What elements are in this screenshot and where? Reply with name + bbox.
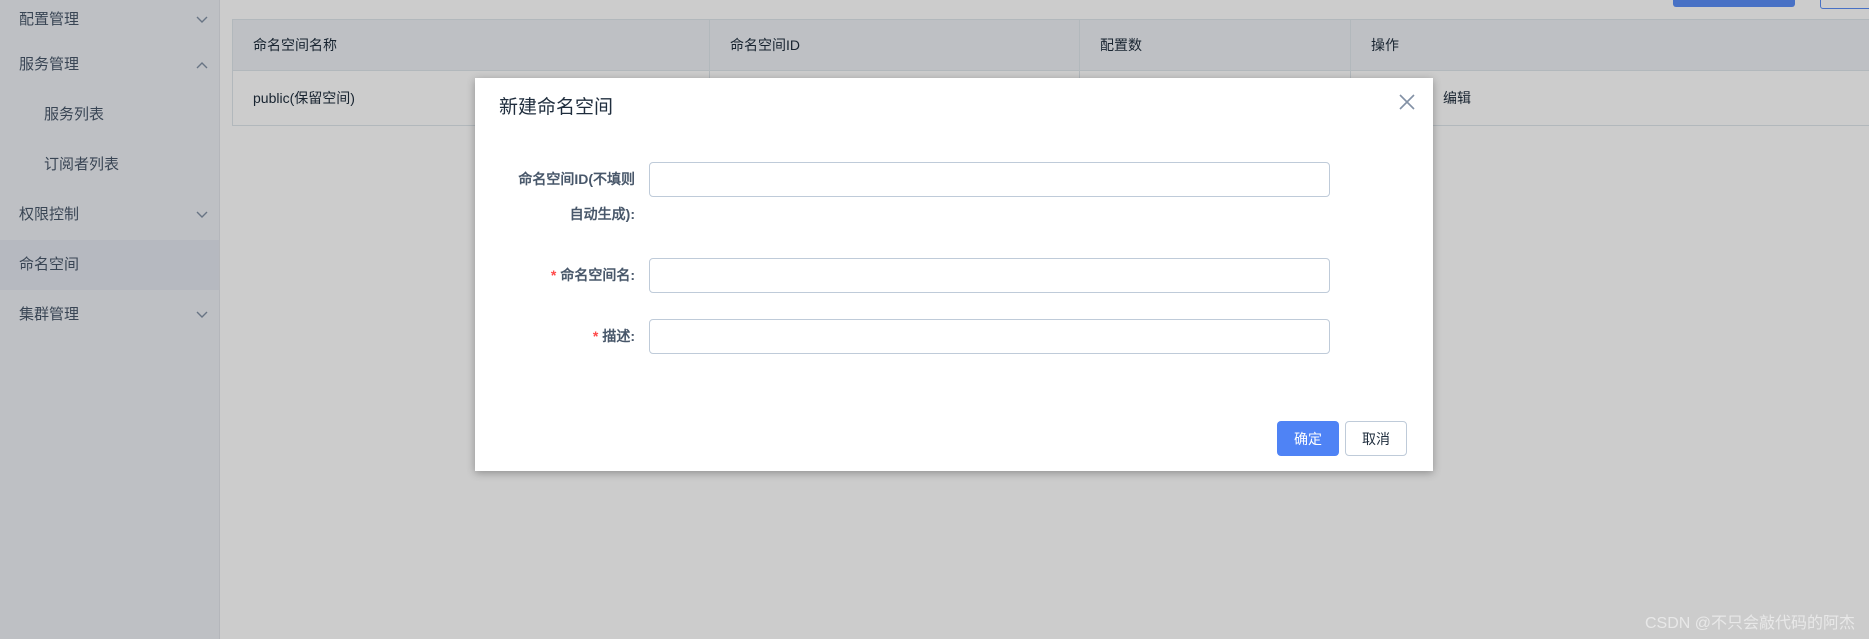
namespace-id-label-line2: 自动生成): [569,206,635,222]
create-namespace-dialog: 新建命名空间 命名空间ID(不填则 自动生成): * 命名空间名: * 描述: 确定… [475,78,1433,471]
namespace-id-label: 命名空间ID(不填则 自动生成): [495,162,635,232]
namespace-name-input[interactable] [649,258,1330,293]
required-mark: * [592,328,599,344]
confirm-button[interactable]: 确定 [1277,421,1339,456]
description-label-text: 描述: [602,328,635,344]
close-icon[interactable] [1395,90,1419,114]
description-label: * 描述: [495,319,635,354]
cancel-button[interactable]: 取消 [1345,421,1407,456]
dialog-title: 新建命名空间 [499,97,614,118]
required-mark: * [550,267,557,283]
namespace-name-label: * 命名空间名: [495,258,635,293]
namespace-id-label-line1: 命名空间ID(不填则 [518,171,635,187]
description-input[interactable] [649,319,1330,354]
namespace-id-input[interactable] [649,162,1330,197]
namespace-name-label-text: 命名空间名: [560,267,635,283]
watermark: CSDN @不只会敲代码的阿杰 [1644,615,1855,632]
